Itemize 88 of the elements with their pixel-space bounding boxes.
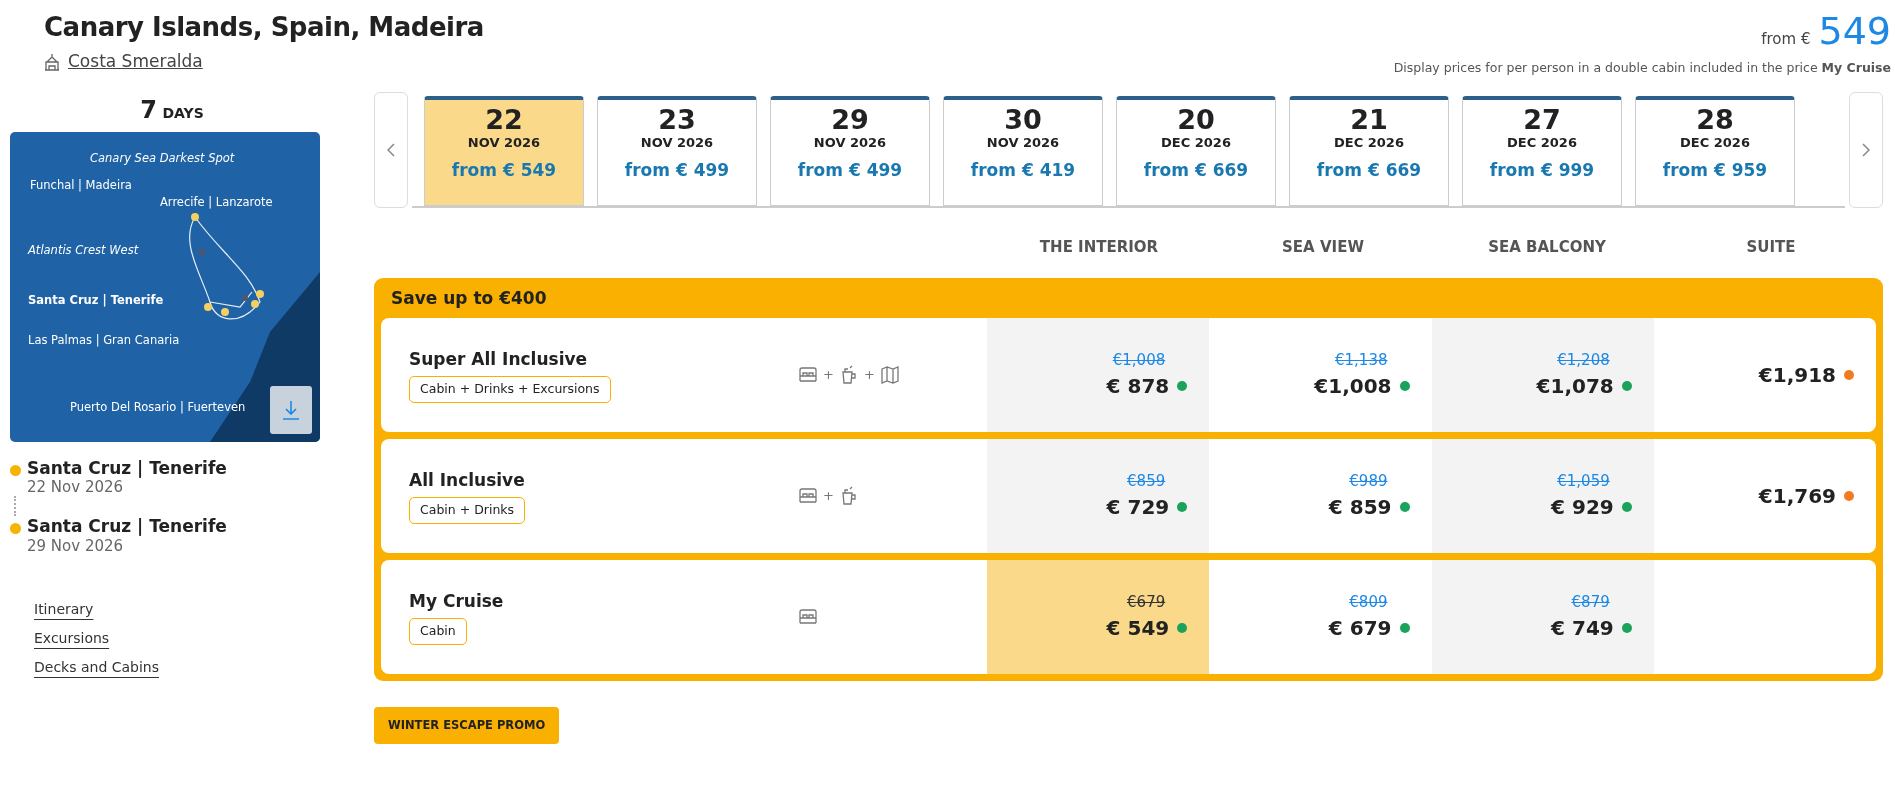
date-tab[interactable]: 30 NOV 2026 from € 419 <box>943 95 1103 206</box>
days-number: 7 <box>140 95 157 124</box>
map-icon <box>878 364 901 385</box>
date-tab[interactable]: 21 DEC 2026 from € 669 <box>1289 95 1449 206</box>
sidebar-link[interactable]: Itinerary <box>34 598 94 620</box>
cabin-price: € 749 <box>1551 615 1614 643</box>
old-price: €1,208 <box>1557 349 1610 371</box>
old-price: €879 <box>1571 591 1610 613</box>
map-label: Canary Sea Darkest Spot <box>90 149 235 167</box>
price-cell[interactable]: €679 € 549 <box>987 559 1210 674</box>
date-tab[interactable]: 29 NOV 2026 from € 499 <box>770 95 930 206</box>
stop-port: Santa Cruz | Tenerife <box>27 516 227 537</box>
date-tab[interactable]: 27 DEC 2026 from € 999 <box>1462 95 1622 206</box>
days-label: DAYS <box>162 104 204 121</box>
package-tag: Cabin <box>409 618 467 646</box>
cabin-price: € 929 <box>1551 494 1614 522</box>
ship-link[interactable]: Costa Smeralda <box>44 49 203 75</box>
download-button[interactable] <box>270 385 312 434</box>
old-price: €809 <box>1349 591 1388 613</box>
old-price: €859 <box>1127 470 1166 492</box>
cabin-price: €1,078 <box>1536 373 1614 401</box>
date-tab[interactable]: 22 NOV 2026 from € 549 <box>424 95 584 206</box>
plus-sign: + <box>823 487 834 506</box>
column-header: SUITE <box>1745 236 1797 258</box>
stop-dot <box>10 523 21 535</box>
plus-sign: + <box>863 366 875 385</box>
column-header: SEA VIEW <box>1281 236 1365 258</box>
stop-dot <box>10 464 21 476</box>
cabin-price: €1,918 <box>1758 361 1836 389</box>
map-label: Las Palmas | Gran Canaria <box>28 331 180 349</box>
price-cell[interactable]: €1,769 <box>1653 438 1876 553</box>
date-tab[interactable]: 20 DEC 2026 from € 669 <box>1116 95 1276 206</box>
package-name: My Cruise <box>409 589 504 613</box>
column-header: THE INTERIOR <box>1038 236 1160 258</box>
stop-date: 29 Nov 2026 <box>27 536 125 555</box>
chevron-right-icon <box>1862 142 1870 157</box>
from-label: from € <box>1761 29 1811 50</box>
old-price: €679 <box>1127 591 1166 613</box>
cabin-price: € 679 <box>1328 615 1392 643</box>
cabin-price: € 878 <box>1106 373 1170 401</box>
price-cell[interactable]: €809 € 679 <box>1209 559 1432 674</box>
chevron-left-icon <box>387 142 395 157</box>
stop-date: 22 Nov 2026 <box>27 478 125 497</box>
cabin-price: €1,769 <box>1758 482 1836 510</box>
cabin-price: € 859 <box>1328 494 1392 522</box>
old-price: €989 <box>1349 470 1388 492</box>
offer-heading: Save up to €400 <box>390 287 548 311</box>
package-tag: Cabin + Drinks + Excursions <box>409 376 611 404</box>
stop-port: Santa Cruz | Tenerife <box>27 457 227 479</box>
bed-icon <box>797 606 819 627</box>
plus-sign: + <box>823 366 834 385</box>
column-header: SEA BALCONY <box>1487 236 1607 258</box>
old-price: €1,008 <box>1112 349 1166 371</box>
sidebar-link[interactable]: Decks and Cabins <box>34 656 160 678</box>
promo-button[interactable]: WINTER ESCAPE PROMO <box>374 706 560 745</box>
bed-icon <box>797 364 819 385</box>
sidebar-link[interactable]: Excursions <box>34 627 110 649</box>
price-note: Display prices for per person in a double cabin included in the price My Cruise <box>1393 58 1891 77</box>
price-cell[interactable]: €1,059 € 929 <box>1431 438 1654 553</box>
cabin-price: € 549 <box>1106 615 1170 643</box>
map-label: Puerto Del Rosario | Fuerteven <box>70 398 246 416</box>
price-cell[interactable]: €879 € 749 <box>1431 559 1654 674</box>
bed-icon <box>797 485 819 506</box>
trip-title: Canary Islands, Spain, Madeira <box>44 12 484 44</box>
previous-button[interactable] <box>374 91 408 208</box>
price-cell[interactable]: €1,918 <box>1653 317 1876 432</box>
price-cell[interactable]: €1,208 €1,078 <box>1431 317 1654 432</box>
map-label: Funchal | Madeira <box>30 176 132 194</box>
price-cell[interactable]: €859 € 729 <box>987 438 1210 553</box>
from-price: 549 <box>1818 12 1891 50</box>
date-tab[interactable]: 28 DEC 2026 from € 959 <box>1635 95 1795 206</box>
map-label: Arrecife | Lanzarote <box>160 193 273 211</box>
package-tag: Cabin + Drinks <box>409 497 526 525</box>
next-button[interactable] <box>1849 91 1883 208</box>
old-price: €1,138 <box>1335 349 1388 371</box>
price-cell[interactable]: €1,138 €1,008 <box>1209 317 1432 432</box>
cabin-price: €1,008 <box>1314 373 1392 401</box>
download-icon <box>282 399 300 420</box>
map-label: Santa Cruz | Tenerife <box>28 291 164 309</box>
date-tab[interactable]: 23 NOV 2026 from € 499 <box>597 95 757 206</box>
package-name: Super All Inclusive <box>409 347 589 371</box>
map-label: Atlantis Crest West <box>28 241 139 259</box>
old-price: €1,059 <box>1557 470 1610 492</box>
cabin-price: € 729 <box>1106 494 1170 522</box>
price-cell[interactable]: €989 € 859 <box>1209 438 1432 553</box>
ship-icon <box>44 52 60 71</box>
package-name: All Inclusive <box>409 468 526 492</box>
price-cell[interactable]: €1,008 € 878 <box>987 317 1210 432</box>
